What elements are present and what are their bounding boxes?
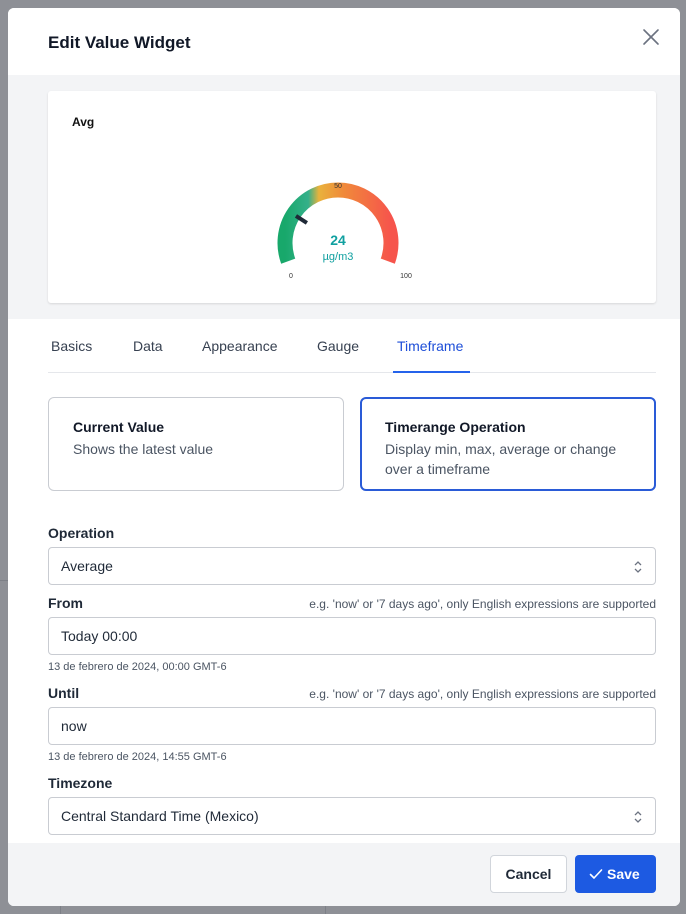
backdrop-divider [325, 906, 326, 914]
tab-timeframe[interactable]: Timeframe [397, 338, 463, 354]
timezone-label: Timezone [48, 775, 113, 791]
chevron-updown-icon [634, 811, 642, 823]
dialog-title: Edit Value Widget [48, 33, 191, 52]
gauge-chart: 50 0 100 24 µg/m3 [277, 182, 412, 280]
backdrop-divider [60, 906, 61, 914]
until-input[interactable]: now [48, 707, 656, 745]
from-value: Today 00:00 [61, 628, 138, 644]
option-timerange-operation[interactable]: Timerange Operation Display min, max, av… [360, 397, 656, 491]
cancel-button[interactable]: Cancel [490, 855, 567, 893]
option-timerange-title: Timerange Operation [385, 419, 526, 435]
widget-preview-card: Avg 50 0 100 24 µg/m3 [48, 91, 656, 303]
gauge-min-label: 0 [289, 273, 293, 280]
widget-title: Avg [72, 115, 95, 129]
tab-appearance[interactable]: Appearance [202, 338, 278, 354]
dialog-body: Avg 50 0 100 24 µg/m3 Basics Data Appear… [8, 75, 680, 843]
operation-value: Average [61, 558, 113, 574]
from-label: From [48, 595, 83, 611]
save-button[interactable]: Save [575, 855, 656, 893]
operation-label: Operation [48, 525, 115, 541]
until-resolved-date: 13 de febrero de 2024, 14:55 GMT-6 [48, 751, 227, 763]
gauge-mid-label: 50 [334, 183, 342, 190]
until-label: Until [48, 685, 80, 701]
operation-select[interactable]: Average [48, 547, 656, 585]
tab-data[interactable]: Data [133, 338, 163, 354]
gauge-max-label: 100 [400, 273, 412, 280]
from-hint: e.g. 'now' or '7 days ago', only English… [309, 597, 656, 611]
dialog-footer: Cancel Save [8, 843, 680, 906]
option-timerange-desc: Display min, max, average or change over… [385, 441, 617, 477]
backdrop-divider [0, 580, 8, 581]
save-label: Save [607, 866, 640, 882]
gauge-value: 24 [330, 232, 346, 248]
active-tab-indicator [393, 371, 470, 373]
check-icon [589, 869, 603, 879]
until-hint: e.g. 'now' or '7 days ago', only English… [309, 687, 656, 701]
option-current-desc: Shows the latest value [73, 441, 214, 457]
from-input[interactable]: Today 00:00 [48, 617, 656, 655]
widget-tabs: Basics Data Appearance Gauge Timeframe [48, 319, 656, 373]
close-button[interactable] [640, 26, 662, 48]
option-current-value[interactable]: Current Value Shows the latest value [48, 397, 344, 491]
tab-basics[interactable]: Basics [51, 338, 92, 354]
chevron-updown-icon [634, 561, 642, 573]
gauge-unit: µg/m3 [323, 251, 354, 263]
edit-widget-dialog: Edit Value Widget Avg 50 0 100 24 µg/m3 … [8, 8, 680, 906]
from-resolved-date: 13 de febrero de 2024, 00:00 GMT-6 [48, 661, 227, 673]
dialog-header: Edit Value Widget [8, 8, 680, 75]
timezone-value: Central Standard Time (Mexico) [61, 808, 259, 824]
until-value: now [61, 718, 87, 734]
widget-preview-area: Avg 50 0 100 24 µg/m3 [8, 75, 680, 319]
timezone-select[interactable]: Central Standard Time (Mexico) [48, 797, 656, 835]
tab-gauge[interactable]: Gauge [317, 338, 359, 354]
option-current-title: Current Value [73, 419, 165, 435]
close-icon [643, 29, 659, 45]
